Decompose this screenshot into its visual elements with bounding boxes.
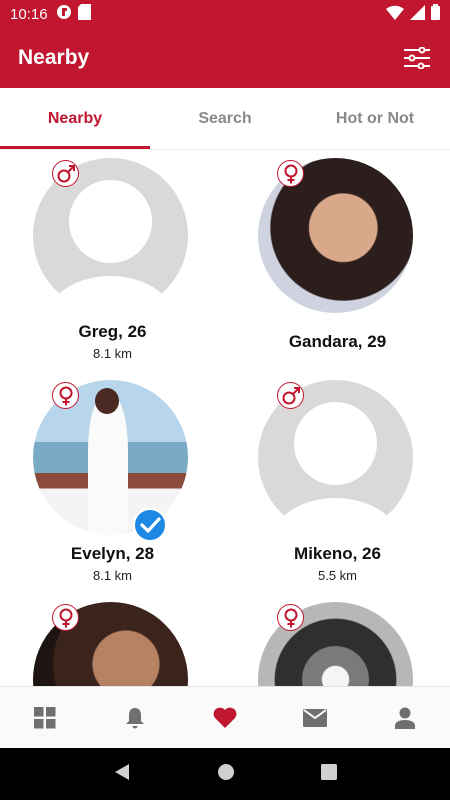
mail-icon <box>303 708 327 727</box>
profile-card[interactable]: Greg, 26 8.1 km <box>0 150 225 372</box>
profile-distance: 8.1 km <box>92 346 132 361</box>
profile-name: Mikeno, 26 <box>294 544 381 563</box>
tab-nearby[interactable]: Nearby <box>0 88 150 149</box>
profile-distance: 8.1 km <box>92 568 132 583</box>
recents-square-icon <box>321 763 337 780</box>
status-bar: 10:16 <box>0 0 450 28</box>
heart-icon <box>213 707 237 728</box>
page-title: Nearby <box>18 46 90 69</box>
verified-badge <box>133 508 167 547</box>
tab-bar: Nearby Search Hot or Not <box>0 88 450 150</box>
nav-messages[interactable] <box>270 687 360 748</box>
profile-name: Evelyn, 28 <box>70 544 155 563</box>
back-button[interactable] <box>113 763 131 786</box>
grid-icon <box>34 706 56 728</box>
app-bar: Nearby <box>0 28 450 88</box>
nav-likes[interactable] <box>180 687 270 748</box>
tab-search[interactable]: Search <box>150 88 300 149</box>
battery-icon <box>431 4 440 24</box>
profile-card[interactable] <box>225 594 450 686</box>
app-notification-icon <box>56 4 72 24</box>
profile-card[interactable] <box>0 594 225 686</box>
female-icon <box>52 604 79 631</box>
bell-icon <box>126 707 144 728</box>
female-icon <box>52 382 79 409</box>
profile-card[interactable]: Gandara, 29 <box>225 150 450 372</box>
nav-browse[interactable] <box>0 687 90 748</box>
profile-name: Greg, 26 <box>78 322 147 341</box>
profile-grid: Greg, 26 8.1 km Gandara, 29 Evelyn, 28 8… <box>0 150 450 686</box>
sd-card-icon <box>77 4 91 24</box>
signal-icon <box>410 4 425 24</box>
male-icon <box>277 382 304 409</box>
profile-distance: 5.5 km <box>317 568 357 583</box>
back-triangle-icon <box>115 763 129 780</box>
profile-name: Gandara, 29 <box>288 332 387 351</box>
sliders-icon <box>404 47 430 69</box>
male-icon <box>52 160 79 187</box>
profile-card[interactable]: Mikeno, 26 5.5 km <box>225 372 450 594</box>
wifi-icon <box>386 5 404 24</box>
person-icon <box>395 707 415 729</box>
home-circle-icon <box>218 763 234 780</box>
tab-hot-or-not[interactable]: Hot or Not <box>300 88 450 149</box>
home-button[interactable] <box>217 763 235 786</box>
system-nav-bar <box>0 748 450 800</box>
profile-card[interactable]: Evelyn, 28 8.1 km <box>0 372 225 594</box>
recents-button[interactable] <box>321 763 337 785</box>
nav-notifications[interactable] <box>90 687 180 748</box>
female-icon <box>277 160 304 187</box>
female-icon <box>277 604 304 631</box>
nav-profile[interactable] <box>360 687 450 748</box>
bottom-nav <box>0 686 450 748</box>
status-time: 10:16 <box>10 5 48 23</box>
filter-button[interactable] <box>402 43 432 73</box>
check-icon <box>133 508 167 542</box>
